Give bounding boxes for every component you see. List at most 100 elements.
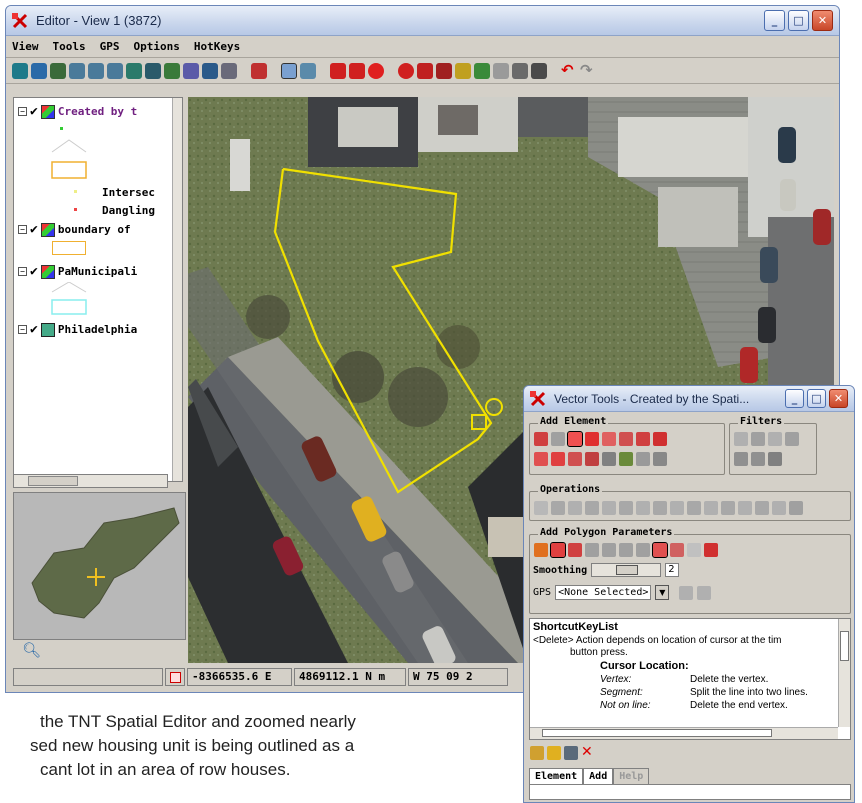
param-icon[interactable] bbox=[568, 543, 582, 557]
search-icon[interactable] bbox=[417, 62, 433, 79]
minimize-button[interactable]: _ bbox=[785, 389, 804, 408]
layer-one-icon[interactable] bbox=[281, 62, 297, 79]
param-icon[interactable] bbox=[670, 543, 684, 557]
menu-gps[interactable]: GPS bbox=[100, 40, 120, 53]
zoom-full-icon[interactable] bbox=[145, 62, 161, 79]
copy-icon[interactable] bbox=[512, 62, 528, 79]
operation-icon[interactable] bbox=[602, 501, 616, 515]
menu-view[interactable]: View bbox=[12, 40, 39, 53]
grid-icon[interactable] bbox=[547, 746, 561, 760]
measure-icon[interactable] bbox=[300, 62, 316, 79]
editor-titlebar[interactable]: Editor - View 1 (3872) _ □ ✕ bbox=[6, 6, 839, 36]
operation-icon[interactable] bbox=[772, 501, 786, 515]
vtools-titlebar[interactable]: Vector Tools - Created by the Spati... _… bbox=[524, 386, 854, 412]
smoothing-value[interactable]: 2 bbox=[665, 563, 680, 577]
gps-add-icon[interactable] bbox=[679, 585, 694, 600]
operation-icon[interactable] bbox=[585, 501, 599, 515]
collapse-icon[interactable]: − bbox=[18, 267, 27, 276]
pan-icon[interactable] bbox=[50, 62, 66, 79]
add-circle-icon[interactable] bbox=[636, 432, 650, 446]
param-icon[interactable] bbox=[619, 543, 633, 557]
coord-mode-icon[interactable] bbox=[165, 668, 185, 686]
minimize-button[interactable]: _ bbox=[764, 10, 785, 31]
zoom-in-icon[interactable] bbox=[69, 62, 85, 79]
add-box-icon[interactable] bbox=[534, 452, 548, 466]
delete-x-icon[interactable] bbox=[789, 501, 803, 515]
filter-icon[interactable] bbox=[734, 432, 748, 446]
forward-arrow-icon[interactable] bbox=[349, 62, 365, 79]
param-icon[interactable] bbox=[550, 542, 566, 558]
add-freehand-icon[interactable] bbox=[551, 452, 565, 466]
add-template-icon[interactable] bbox=[619, 452, 633, 466]
numbering-icon[interactable] bbox=[530, 746, 544, 760]
operation-icon[interactable] bbox=[670, 501, 684, 515]
filter-icon[interactable] bbox=[734, 452, 748, 466]
operation-icon[interactable] bbox=[551, 501, 565, 515]
add-text-icon[interactable] bbox=[585, 432, 599, 446]
zoom-out-icon[interactable] bbox=[88, 62, 104, 79]
filter-icon[interactable] bbox=[785, 432, 799, 446]
operation-icon[interactable] bbox=[636, 501, 650, 515]
cancel-icon[interactable] bbox=[368, 62, 384, 79]
back-arrow-icon[interactable] bbox=[330, 62, 346, 79]
collapse-icon[interactable]: − bbox=[18, 107, 27, 116]
menu-tools[interactable]: Tools bbox=[53, 40, 86, 53]
operation-icon[interactable] bbox=[653, 501, 667, 515]
add-layer-icon[interactable] bbox=[251, 62, 267, 79]
smoothing-slider[interactable] bbox=[591, 563, 662, 577]
layer-row-boundary[interactable]: − ✔ boundary of bbox=[18, 222, 131, 237]
close-button[interactable]: ✕ bbox=[829, 389, 848, 408]
filter-icon[interactable] bbox=[751, 452, 765, 466]
add-grid-icon[interactable] bbox=[602, 452, 616, 466]
cut-icon[interactable] bbox=[493, 62, 509, 79]
add-point-icon[interactable] bbox=[534, 432, 548, 446]
legend-vscroll[interactable] bbox=[172, 98, 182, 481]
checkmark-icon[interactable]: ✔ bbox=[30, 104, 38, 119]
gps-select[interactable]: <None Selected> bbox=[555, 585, 652, 600]
filter-icon[interactable] bbox=[751, 432, 765, 446]
add-buffer-icon[interactable] bbox=[636, 452, 650, 466]
gps-icon[interactable] bbox=[202, 62, 218, 79]
filter-icon[interactable] bbox=[768, 452, 782, 466]
param-icon[interactable] bbox=[636, 543, 650, 557]
layer-row-pamunicipal[interactable]: − ✔ PaMunicipali bbox=[18, 264, 137, 279]
scale-icon[interactable] bbox=[183, 62, 199, 79]
zoom-layer-icon[interactable] bbox=[126, 62, 142, 79]
full-view-icon[interactable] bbox=[31, 62, 47, 79]
operation-icon[interactable] bbox=[738, 501, 752, 515]
menu-hotkeys[interactable]: HotKeys bbox=[194, 40, 240, 53]
param-icon[interactable] bbox=[602, 543, 616, 557]
edit-icon[interactable] bbox=[455, 62, 471, 79]
param-icon[interactable] bbox=[534, 543, 548, 557]
magnifier-icon[interactable]: 🔍︎ bbox=[22, 641, 41, 659]
delete-x-icon[interactable]: ✕ bbox=[581, 745, 595, 760]
layer-row-created[interactable]: − ✔ Created by t bbox=[18, 104, 137, 119]
collapse-icon[interactable]: − bbox=[18, 225, 27, 234]
menu-options[interactable]: Options bbox=[134, 40, 180, 53]
add-arc-icon[interactable] bbox=[653, 432, 667, 446]
operation-icon[interactable] bbox=[704, 501, 718, 515]
operation-icon[interactable] bbox=[755, 501, 769, 515]
add-ellipse-icon[interactable] bbox=[619, 432, 633, 446]
checkmark-icon[interactable]: ✔ bbox=[30, 264, 38, 279]
param-icon[interactable] bbox=[704, 543, 718, 557]
paste-icon[interactable] bbox=[531, 62, 547, 79]
layer-row-philadelphia[interactable]: − ✔ Philadelphia bbox=[18, 322, 137, 337]
maximize-button[interactable]: □ bbox=[807, 389, 826, 408]
tab-help[interactable]: Help bbox=[613, 768, 650, 784]
filter-icon[interactable] bbox=[768, 432, 782, 446]
dropdown-arrow-icon[interactable]: ▼ bbox=[655, 585, 670, 600]
add-rectangle-icon[interactable] bbox=[602, 432, 616, 446]
tab-add[interactable]: Add bbox=[583, 768, 614, 784]
operation-icon[interactable] bbox=[568, 501, 582, 515]
param-icon[interactable] bbox=[585, 543, 599, 557]
locate-icon[interactable] bbox=[164, 62, 180, 79]
keylist-hscroll[interactable] bbox=[530, 727, 838, 739]
legend-hscroll[interactable] bbox=[13, 474, 168, 488]
param-icon[interactable] bbox=[687, 543, 701, 557]
overview-map[interactable] bbox=[13, 492, 186, 640]
keylist-vscroll[interactable] bbox=[838, 619, 850, 727]
add-line-icon[interactable] bbox=[551, 432, 565, 446]
gps-line-icon[interactable] bbox=[697, 585, 712, 600]
undo-icon[interactable]: ↶ bbox=[561, 62, 577, 79]
